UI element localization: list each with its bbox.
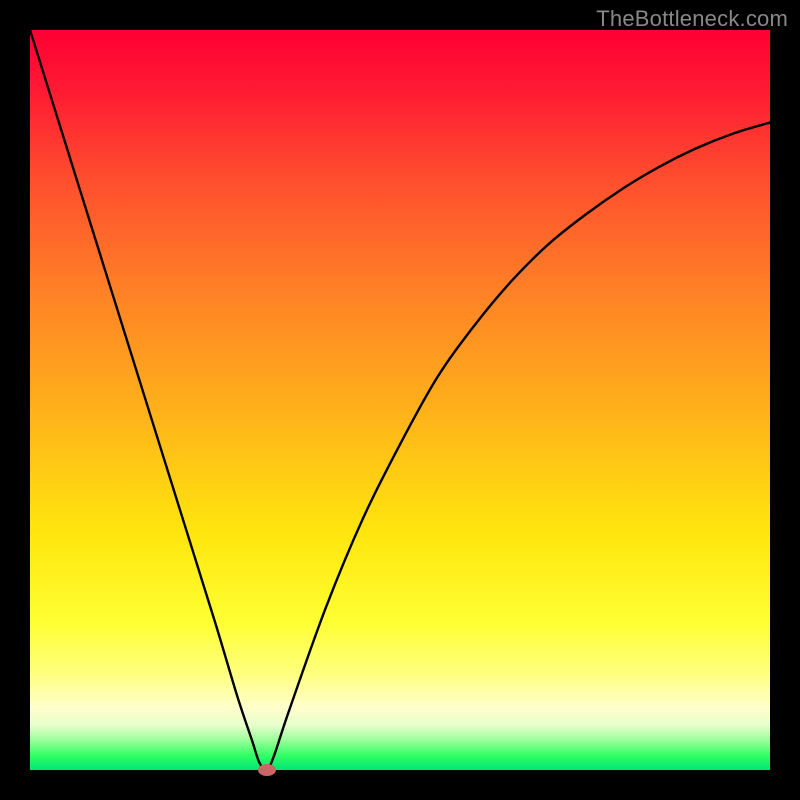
plot-area — [30, 30, 770, 770]
watermark-text: TheBottleneck.com — [596, 6, 788, 32]
bottleneck-curve — [30, 30, 770, 770]
optimum-marker — [258, 764, 276, 776]
chart-frame: TheBottleneck.com — [0, 0, 800, 800]
